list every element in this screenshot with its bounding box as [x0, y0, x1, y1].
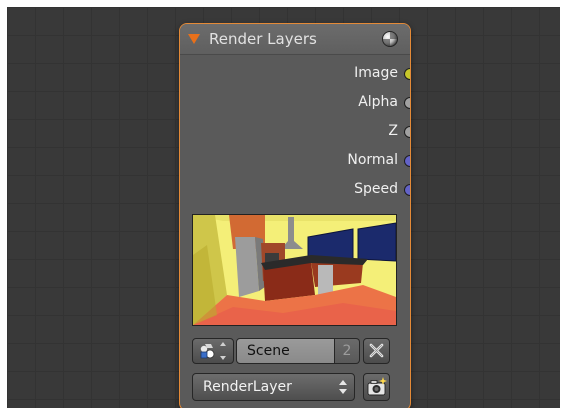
socket-dot[interactable] — [404, 68, 410, 80]
scene-name-field[interactable]: Scene — [236, 338, 335, 364]
socket-label: Normal — [347, 152, 398, 168]
socket-label: Speed — [354, 181, 398, 197]
unlink-scene-button[interactable] — [363, 338, 390, 364]
socket-label: Z — [388, 123, 398, 139]
scene-users-count[interactable]: 2 — [335, 338, 360, 364]
render-layer-button[interactable] — [363, 373, 390, 401]
render-layer-row: RenderLayer — [192, 373, 395, 401]
node-title: Render Layers — [209, 30, 317, 48]
socket-dot[interactable] — [404, 97, 410, 109]
socket-label: Alpha — [358, 94, 398, 110]
scene-selector-row: Scene 2 — [192, 338, 395, 364]
socket-dot[interactable] — [404, 155, 410, 167]
socket-image[interactable]: Image — [210, 64, 410, 84]
scene-browse-button[interactable] — [192, 338, 234, 364]
socket-dot[interactable] — [404, 126, 410, 138]
socket-speed[interactable]: Speed — [210, 180, 410, 200]
node-editor-canvas[interactable]: Render Layers Image Alpha Z Normal Speed… — [7, 7, 560, 408]
sphere-icon[interactable] — [382, 31, 398, 47]
render-layer-dropdown[interactable]: RenderLayer — [192, 373, 355, 401]
up-down-arrows-icon — [339, 380, 347, 394]
socket-label: Image — [354, 65, 398, 81]
socket-alpha[interactable]: Alpha — [210, 93, 410, 113]
socket-dot[interactable] — [404, 184, 410, 196]
node-header[interactable]: Render Layers — [180, 24, 410, 55]
socket-z[interactable]: Z — [210, 122, 410, 142]
scene-name: Scene — [247, 343, 290, 359]
x-icon — [369, 343, 384, 358]
render-layers-node[interactable]: Render Layers Image Alpha Z Normal Speed… — [179, 23, 411, 408]
render-layer-name: RenderLayer — [203, 379, 292, 395]
kitchen-render — [193, 215, 396, 325]
scene-icon — [200, 342, 226, 360]
render-preview-image — [192, 214, 397, 326]
triangle-down-icon[interactable] — [188, 34, 200, 44]
socket-normal[interactable]: Normal — [210, 151, 410, 171]
camera-icon — [367, 377, 387, 396]
